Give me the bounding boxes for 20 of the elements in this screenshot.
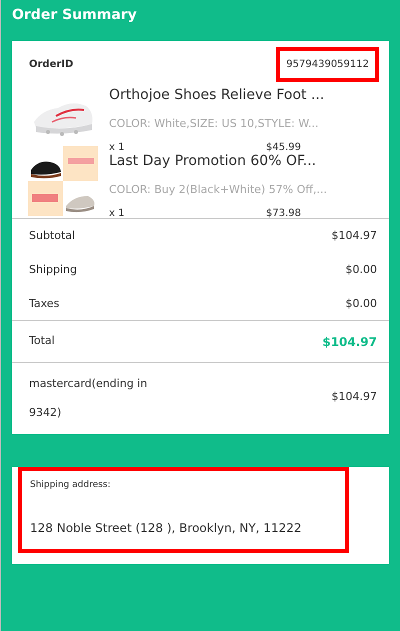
total-label: Total xyxy=(29,333,55,350)
page-title: Order Summary xyxy=(11,6,138,25)
product-title[interactable]: Orthojoe Shoes Relieve Foot ... xyxy=(109,85,377,106)
product-options: COLOR: White,SIZE: US 10,STYLE: W... xyxy=(109,116,377,132)
payment-method: mastercard(ending in 9342) xyxy=(29,376,148,420)
product-options: COLOR: Buy 2(Black+White) 57% Off,... xyxy=(109,182,377,198)
cost-value: $104.97 xyxy=(332,228,377,244)
cost-label: Shipping xyxy=(29,262,77,278)
cost-value: $0.00 xyxy=(346,296,377,312)
item-price: $73.98 xyxy=(266,206,301,220)
order-id-label: OrderID xyxy=(29,58,74,72)
order-id: 9579439059112 xyxy=(276,47,379,82)
address-label: Shipping address: xyxy=(30,479,112,492)
total-value: $104.97 xyxy=(322,334,377,350)
shipping-address: 128 Noble Street (128 ), Brooklyn, NY, 11222 xyxy=(30,520,302,536)
payment-amount: $104.97 xyxy=(332,389,377,406)
quantity: x 1 xyxy=(109,206,124,220)
cost-value: $0.00 xyxy=(346,262,377,278)
cost-label: Subtotal xyxy=(29,228,76,244)
cost-label: Taxes xyxy=(29,296,60,312)
